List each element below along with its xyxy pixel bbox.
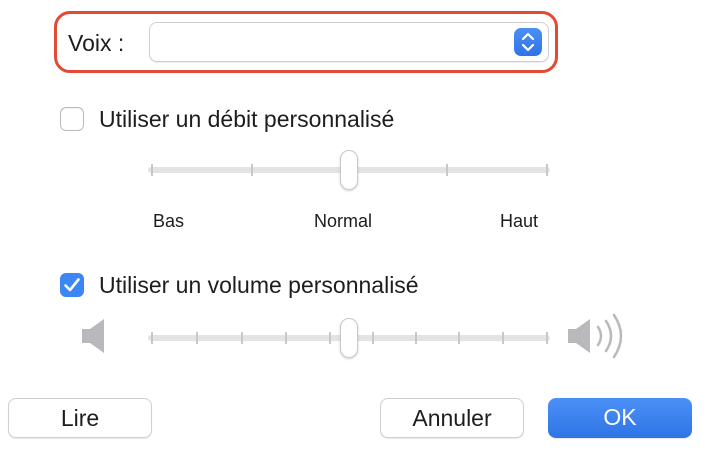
speaker-high-icon (568, 313, 623, 359)
speech-settings-dialog: Voix : Utiliser un débit personnalisé Ba… (0, 0, 712, 456)
cancel-button[interactable]: Annuler (380, 398, 524, 438)
rate-slider-tick (546, 164, 548, 176)
rate-label-normal: Normal (314, 211, 373, 231)
custom-volume-checkbox[interactable] (60, 273, 84, 297)
rate-slider-tick (251, 164, 253, 176)
ok-button[interactable]: OK (548, 398, 692, 438)
volume-slider-tick (458, 332, 460, 344)
rate-slider-tick (151, 164, 153, 176)
volume-slider-tick (151, 332, 153, 344)
volume-slider-tick (241, 332, 243, 344)
speaker-low-icon (82, 319, 104, 353)
volume-slider-tick (196, 332, 198, 344)
volume-slider-tick (372, 332, 374, 344)
custom-rate-label: Utiliser un débit personnalisé (99, 106, 395, 132)
volume-slider-tick (415, 332, 417, 344)
rate-slider-tick (446, 164, 448, 176)
custom-rate-checkbox[interactable] (60, 107, 84, 131)
up-down-chevron-icon[interactable] (514, 28, 542, 56)
voice-label: Voix : (68, 30, 125, 56)
checkmark-icon (64, 278, 80, 292)
play-button[interactable]: Lire (8, 398, 152, 438)
volume-slider-tick (285, 332, 287, 344)
custom-volume-label: Utiliser un volume personnalisé (99, 272, 419, 298)
volume-slider-tick (502, 332, 504, 344)
rate-label-low: Bas (153, 211, 185, 231)
rate-label-high: Haut (500, 211, 539, 231)
volume-slider-tick (329, 332, 331, 344)
rate-slider-knob[interactable] (340, 150, 358, 190)
volume-slider-knob[interactable] (340, 318, 358, 358)
volume-slider-tick (546, 332, 548, 344)
voice-select[interactable] (149, 22, 549, 62)
